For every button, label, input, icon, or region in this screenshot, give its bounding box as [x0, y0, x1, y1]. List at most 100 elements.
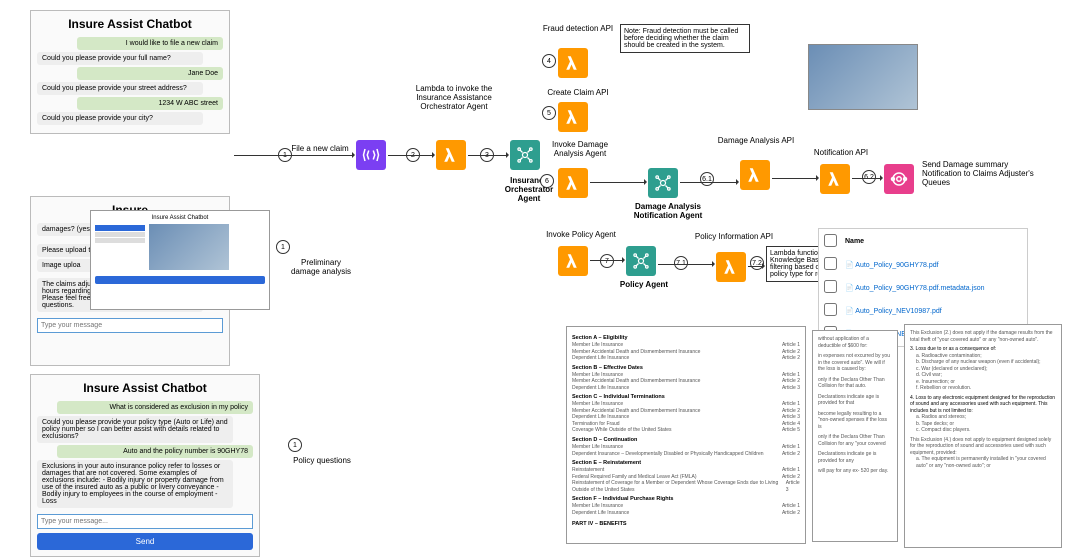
doc-art: Article 3: [786, 480, 800, 493]
doc-line: Dependent Insurance – Developmentally Di…: [572, 451, 764, 458]
api-gateway-icon: [356, 140, 386, 170]
sidebar-bar: [95, 232, 145, 237]
doc-line: f. Rebellion or revolution.: [910, 385, 1056, 392]
orch-agent-icon: [510, 140, 540, 170]
inner-send-button[interactable]: [95, 276, 265, 284]
doc-heading: Section A – Eligibility: [572, 335, 800, 342]
label-create-api: Create Claim API: [538, 88, 618, 97]
doc-heading: Section C – Individual Terminations: [572, 394, 800, 401]
arrow: [590, 260, 624, 261]
label-invoke-policy: Invoke Policy Agent: [536, 230, 626, 239]
doc-line: Coverage While Outside of the United Sta…: [572, 427, 672, 434]
invoke-policy-lambda-icon: [558, 246, 588, 276]
label-policy-q: Policy questions: [292, 456, 352, 465]
msg: Auto and the policy number is 90GHY78: [57, 445, 253, 458]
notif-lambda-icon: [820, 164, 850, 194]
msg: Could you please provide your street add…: [37, 82, 203, 95]
file-link[interactable]: Auto_Policy_90GHY78.pdf.metadata.json: [855, 285, 984, 292]
damaged-car-image: [808, 44, 918, 110]
arrow: [658, 264, 714, 265]
dmg-agent-icon: [648, 168, 678, 198]
arrow: [234, 155, 354, 156]
row-checkbox[interactable]: [824, 280, 837, 293]
doc-line: only if the Declara Other Than Collision…: [818, 434, 892, 447]
label-prelim: Preliminary damage analysis: [288, 258, 354, 276]
arrow: [388, 155, 434, 156]
doc-line: will pay for any ex- 520 per day.: [818, 468, 892, 475]
arrow: [748, 266, 764, 267]
step-circle: 1: [276, 240, 290, 254]
inner-chat-overlay: Insure Assist Chatbot: [90, 210, 270, 310]
doc-heading: Section B – Effective Dates: [572, 365, 800, 372]
doc-line: Dependent Life Insurance: [572, 510, 629, 517]
label-invoke-dmg: Invoke Damage Analysis Agent: [540, 140, 620, 158]
doc-heading: Section D – Continuation: [572, 437, 800, 444]
doc-art: Article 2: [782, 510, 800, 517]
label-notif-api: Notification API: [806, 148, 876, 157]
doc-line: only if the Declara Other Than Collision…: [818, 377, 892, 390]
select-all-checkbox[interactable]: [824, 234, 837, 247]
file-link[interactable]: Auto_Policy_90GHY78.pdf: [855, 262, 938, 269]
dmg-api-lambda-icon: [740, 160, 770, 190]
doc-line: Dependent Life Insurance: [572, 385, 629, 392]
row-checkbox[interactable]: [824, 303, 837, 316]
chat-panel-1: Insure Assist Chatbot I would like to fi…: [30, 10, 230, 134]
policy-doc-fragment: without application of a deductible of $…: [812, 330, 898, 542]
doc-art: Article 5: [782, 427, 800, 434]
arrow: [680, 182, 738, 183]
doc-line: Declarations indicate age is provided fo…: [818, 394, 892, 407]
policy-doc-page-1: Section A – Eligibility Member Life Insu…: [566, 326, 806, 544]
doc-art: Article 3: [782, 385, 800, 392]
policy-agent-icon: [626, 246, 656, 276]
step-circle: 5: [542, 106, 556, 120]
chat-panel-3: Insure Assist Chatbot What is considered…: [30, 374, 260, 557]
step-circle: 1: [288, 438, 302, 452]
label-lambda-orch: Lambda to invoke the Insurance Assistanc…: [404, 84, 504, 111]
message-input[interactable]: [37, 318, 223, 333]
msg: Exclusions in your auto insurance policy…: [37, 460, 233, 508]
doc-line: This Exclusion (4.) does not apply to eq…: [910, 437, 1056, 457]
message-input[interactable]: [37, 514, 253, 529]
label-dmg-agent: Damage Analysis Notification Agent: [626, 202, 710, 220]
doc-line: b. Discharge of any nuclear weapon (even…: [910, 359, 1056, 366]
doc-line: Reinstatement of Coverage for a Member o…: [572, 480, 786, 493]
doc-heading: Section F – Individual Purchase Rights: [572, 496, 800, 503]
damaged-car-thumbnail: [149, 224, 229, 270]
label-dmg-api: Damage Analysis API: [716, 136, 796, 145]
sidebar-bar: [95, 225, 145, 231]
doc-heading: PART IV – BENEFITS: [572, 521, 800, 528]
step-circle: 7.1: [674, 256, 688, 270]
doc-line: in expenses not excurred by you in the c…: [818, 353, 892, 373]
doc-art: Article 2: [782, 451, 800, 458]
col-name: Name: [842, 231, 1025, 252]
msg: Jane Doe: [77, 67, 223, 80]
row-checkbox[interactable]: [824, 257, 837, 270]
step-circle: 6.1: [700, 172, 714, 186]
msg: 1234 W ABC street: [77, 97, 223, 110]
msg: What is considered as exclusion in my po…: [57, 401, 253, 414]
msg: I would like to file a new claim: [77, 37, 223, 50]
label-file-claim: File a new claim: [290, 144, 350, 153]
fraud-note-box: Note: Fraud detection must be called bef…: [620, 24, 750, 53]
inner-chat-title: Insure Assist Chatbot: [95, 215, 265, 221]
invoke-dmg-lambda-icon: [558, 168, 588, 198]
create-lambda-icon: [558, 102, 588, 132]
doc-line: Dependent Life Insurance: [572, 355, 629, 362]
chat-title: Insure Assist Chatbot: [37, 17, 223, 31]
label-policy-info: Policy Information API: [694, 232, 774, 241]
fraud-lambda-icon: [558, 48, 588, 78]
policy-info-lambda-icon: [716, 252, 746, 282]
note-text: Note: Fraud detection must be called bef…: [624, 28, 738, 49]
doc-line: 4. Loss to any electronic equipment desi…: [910, 395, 1056, 415]
arrow: [590, 182, 646, 183]
doc-line: without application of a deductible of $…: [818, 336, 892, 349]
label-fraud-api: Fraud detection API: [538, 24, 618, 33]
send-button[interactable]: Send: [37, 533, 253, 550]
chat-title: Insure Assist Chatbot: [37, 381, 253, 395]
arrow: [772, 178, 818, 179]
doc-line: c. Compact disc players.: [910, 427, 1056, 434]
step-circle: 6: [540, 174, 554, 188]
msg: Could you please provide your full name?: [37, 52, 203, 65]
label-policy-agent: Policy Agent: [614, 280, 674, 289]
file-link[interactable]: Auto_Policy_NEV10987.pdf: [855, 308, 941, 315]
